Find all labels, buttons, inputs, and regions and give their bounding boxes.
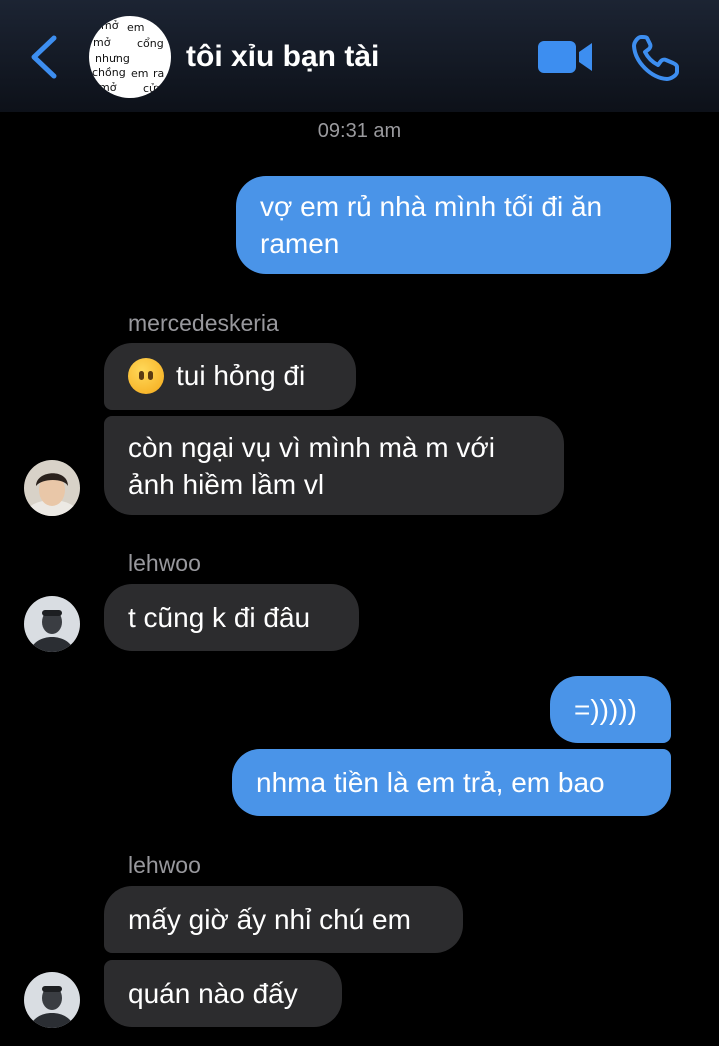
sender-name: lehwoo bbox=[128, 852, 201, 878]
avatar[interactable] bbox=[24, 460, 80, 516]
message-text-row: tui hỏng đi bbox=[128, 357, 332, 396]
incoming-message-bubble[interactable]: quán nào đấy bbox=[104, 960, 342, 1027]
avatar[interactable] bbox=[24, 972, 80, 1028]
incoming-message-bubble[interactable]: mấy giờ ấy nhỉ chú em bbox=[104, 886, 463, 953]
outgoing-message-bubble[interactable]: =))))) bbox=[550, 676, 671, 743]
avatar-word: chồng bbox=[92, 66, 126, 79]
video-camera-icon[interactable] bbox=[537, 38, 593, 76]
message-text: nhma tiền là em trả, em bao bbox=[256, 767, 605, 798]
message-text: tui hỏng đi bbox=[176, 360, 306, 392]
person-photo-icon bbox=[24, 596, 80, 652]
sender-name: lehwoo bbox=[128, 550, 201, 576]
conversation-title[interactable]: tôi xỉu bạn tài bbox=[186, 40, 379, 74]
avatar-word: nhưng bbox=[95, 52, 130, 65]
message-text: quán nào đấy bbox=[128, 978, 298, 1009]
person-photo-icon bbox=[24, 460, 80, 516]
message-line: vợ em rủ nhà mình tối đi ăn bbox=[260, 191, 603, 222]
avatar-word: mở bbox=[99, 81, 117, 94]
face-without-mouth-icon bbox=[128, 357, 164, 394]
outgoing-message-bubble[interactable]: nhma tiền là em trả, em bao bbox=[232, 749, 671, 816]
incoming-message-bubble[interactable]: tui hỏng đi bbox=[104, 343, 356, 410]
chevron-left-icon[interactable] bbox=[26, 34, 66, 80]
message-line: ảnh hiềm lầm vl bbox=[128, 468, 325, 500]
avatar-word: ra bbox=[153, 67, 165, 80]
chat-screen: mở em mở cổng nhưng chồng em ra mở cửa t… bbox=[0, 0, 719, 1046]
message-line: còn ngại vụ vì mình mà m với bbox=[128, 431, 495, 463]
timestamp: 09:31 am bbox=[317, 120, 402, 142]
group-avatar[interactable]: mở em mở cổng nhưng chồng em ra mở cửa bbox=[89, 16, 171, 98]
message-text: =))))) bbox=[574, 694, 637, 725]
phone-icon[interactable] bbox=[631, 34, 681, 82]
incoming-message-bubble[interactable]: còn ngại vụ vì mình mà m với ảnh hiềm lầ… bbox=[104, 416, 564, 515]
chat-header: mở em mở cổng nhưng chồng em ra mở cửa t… bbox=[0, 0, 719, 112]
avatar-word: mở bbox=[101, 19, 119, 32]
outgoing-message-bubble[interactable]: vợ em rủ nhà mình tối đi ăn ramen bbox=[236, 176, 671, 274]
avatar[interactable] bbox=[24, 596, 80, 652]
avatar-word: em bbox=[127, 21, 145, 34]
message-line: ramen bbox=[260, 228, 340, 259]
message-text: t cũng k đi đâu bbox=[128, 602, 311, 633]
avatar-word: em bbox=[131, 67, 149, 80]
person-photo-icon bbox=[24, 972, 80, 1028]
incoming-message-bubble[interactable]: t cũng k đi đâu bbox=[104, 584, 359, 651]
sender-name: mercedeskeria bbox=[128, 310, 279, 336]
avatar-word: mở bbox=[93, 36, 111, 49]
avatar-word: cửa bbox=[143, 82, 163, 95]
message-text: mấy giờ ấy nhỉ chú em bbox=[128, 904, 411, 935]
avatar-word: cổng bbox=[137, 37, 164, 50]
